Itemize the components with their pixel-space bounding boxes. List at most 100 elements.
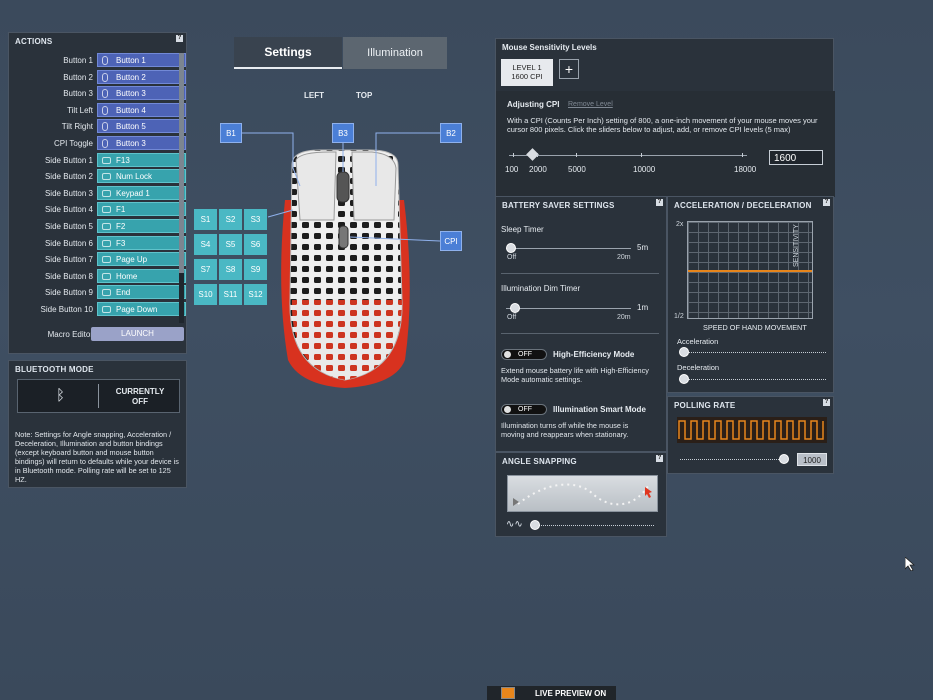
cpi-button-marker[interactable]: CPI	[440, 231, 462, 251]
keyboard-icon	[102, 289, 111, 297]
dim-timer-value: 1m	[637, 303, 649, 312]
action-binding-button[interactable]: Button 1	[97, 53, 186, 67]
dim-min-label: Off	[507, 314, 517, 321]
action-binding-value: Home	[116, 271, 138, 281]
sensitivity-panel: Mouse Sensitivity Levels LEVEL 1 1600 CP…	[495, 38, 835, 197]
action-row-label: Side Button 4	[44, 205, 93, 215]
action-binding-value: Button 1	[116, 56, 146, 65]
bluetooth-toggle[interactable]: ᛒ CURRENTLY OFF	[17, 379, 180, 413]
cpi-tick-label: 2000	[529, 165, 547, 174]
bluetooth-status: CURRENTLY OFF	[115, 387, 165, 406]
macro-editor-label: Macro Editor	[47, 330, 93, 339]
keyboard-icon	[102, 206, 111, 214]
action-binding-button[interactable]: End	[97, 285, 186, 300]
actions-scrollbar[interactable]	[179, 53, 184, 323]
sleep-timer-value: 5m	[637, 243, 649, 252]
sensitivity-title: Mouse Sensitivity Levels	[502, 43, 597, 52]
add-level-button[interactable]: +	[559, 59, 579, 79]
action-binding-button[interactable]: Button 4	[97, 102, 186, 117]
action-binding-button[interactable]: F2	[97, 219, 186, 233]
dim-timer-handle[interactable]	[510, 303, 520, 313]
cpi-tick-mark	[513, 153, 514, 157]
action-binding-button[interactable]: F13	[97, 152, 186, 167]
polling-rate-handle[interactable]	[779, 454, 789, 464]
deceleration-label: Deceleration	[677, 363, 720, 372]
keyboard-icon	[102, 272, 111, 280]
side-button-marker[interactable]: S5	[219, 234, 242, 255]
acceleration-handle[interactable]	[679, 347, 689, 357]
b3-button-marker[interactable]: B3	[332, 123, 354, 143]
cpi-description: With a CPI (Counts Per Inch) setting of …	[507, 116, 818, 134]
side-button-marker[interactable]: S8	[219, 259, 242, 280]
mouse-icon	[102, 72, 108, 82]
action-binding-button[interactable]: Button 3	[97, 136, 186, 150]
action-binding-button[interactable]: Num Lock	[97, 169, 186, 184]
deceleration-slider[interactable]	[684, 379, 826, 381]
deceleration-handle[interactable]	[679, 374, 689, 384]
angle-snapping-handle[interactable]	[530, 520, 540, 530]
action-binding-button[interactable]: Button 2	[97, 69, 186, 84]
action-binding-value: Button 3	[116, 89, 146, 99]
cpi-slider[interactable]	[509, 155, 747, 156]
accel-y-bottom: 1/2	[674, 313, 684, 320]
side-button-marker[interactable]: S7	[194, 259, 217, 280]
polling-wave	[677, 417, 827, 443]
sleep-timer-handle[interactable]	[506, 243, 516, 253]
polling-rate-value[interactable]: 1000	[797, 453, 827, 466]
action-binding-button[interactable]: Home	[97, 268, 186, 283]
b2-button-marker[interactable]: B2	[440, 123, 462, 143]
acceleration-slider[interactable]	[684, 352, 826, 354]
action-row-label: Side Button 5	[44, 222, 93, 231]
tab-illumination[interactable]: Illumination	[343, 37, 447, 69]
help-icon[interactable]: ?	[656, 199, 663, 206]
launch-button[interactable]: LAUNCH	[91, 327, 184, 341]
high-efficiency-desc: Extend mouse battery life with High-Effi…	[501, 366, 649, 384]
help-icon[interactable]: ?	[656, 455, 663, 462]
side-button-marker[interactable]: S1	[194, 209, 217, 230]
side-button-marker[interactable]: S3	[244, 209, 267, 230]
help-icon[interactable]: ?	[823, 199, 830, 206]
dim-timer-slider[interactable]	[506, 308, 631, 309]
action-row-label: Side Button 10	[40, 305, 93, 314]
help-icon[interactable]: ?	[823, 399, 830, 406]
b1-button-marker[interactable]: B1	[220, 123, 242, 143]
view-top-label: TOP	[356, 91, 373, 100]
side-button-marker[interactable]: S9	[244, 259, 267, 280]
action-binding-button[interactable]: Button 3	[97, 86, 186, 101]
action-binding-button[interactable]: Button 5	[97, 119, 186, 134]
side-button-marker[interactable]: S11	[219, 284, 242, 305]
tab-settings[interactable]: Settings	[234, 37, 342, 69]
illumination-smart-toggle[interactable]: OFF	[501, 404, 547, 415]
help-icon[interactable]: ?	[176, 35, 183, 42]
accel-x-label: SPEED OF HAND MOVEMENT	[703, 323, 807, 332]
keyboard-icon	[102, 189, 111, 197]
side-button-marker[interactable]: S12	[244, 284, 267, 305]
wave-icon: ∿∿	[506, 519, 523, 530]
polling-rate-slider[interactable]	[680, 459, 785, 461]
sleep-timer-slider[interactable]	[506, 248, 631, 249]
high-efficiency-toggle[interactable]: OFF	[501, 349, 547, 360]
angle-snapping-slider[interactable]	[536, 525, 654, 527]
cpi-tick-mark	[641, 153, 642, 157]
action-binding-button[interactable]: Keypad 1	[97, 185, 186, 200]
mouse-icon	[102, 56, 108, 65]
action-row-label: Tilt Right	[61, 122, 93, 132]
cpi-tick-mark	[537, 153, 538, 157]
side-button-marker[interactable]: S6	[244, 234, 267, 255]
cpi-tick-mark	[576, 153, 577, 157]
side-button-marker[interactable]: S4	[194, 234, 217, 255]
cpi-level-1-button[interactable]: LEVEL 1 1600 CPI	[501, 59, 553, 86]
action-binding-button[interactable]: F1	[97, 202, 186, 217]
sleep-max-label: 20m	[617, 254, 631, 261]
angle-snapping-title: ANGLE SNAPPING	[502, 457, 577, 466]
remove-level-link[interactable]: Remove Level	[568, 101, 613, 108]
action-binding-button[interactable]: Page Down	[97, 302, 186, 316]
side-button-marker[interactable]: S10	[194, 284, 217, 305]
cpi-tick-label: 10000	[633, 165, 656, 174]
cpi-value-input[interactable]: 1600	[769, 150, 823, 165]
action-binding-button[interactable]: Page Up	[97, 252, 186, 267]
live-preview-toggle[interactable]: LIVE PREVIEW ON	[487, 686, 616, 700]
polling-title: POLLING RATE	[674, 401, 736, 410]
action-binding-button[interactable]: F3	[97, 235, 186, 250]
side-button-marker[interactable]: S2	[219, 209, 242, 230]
